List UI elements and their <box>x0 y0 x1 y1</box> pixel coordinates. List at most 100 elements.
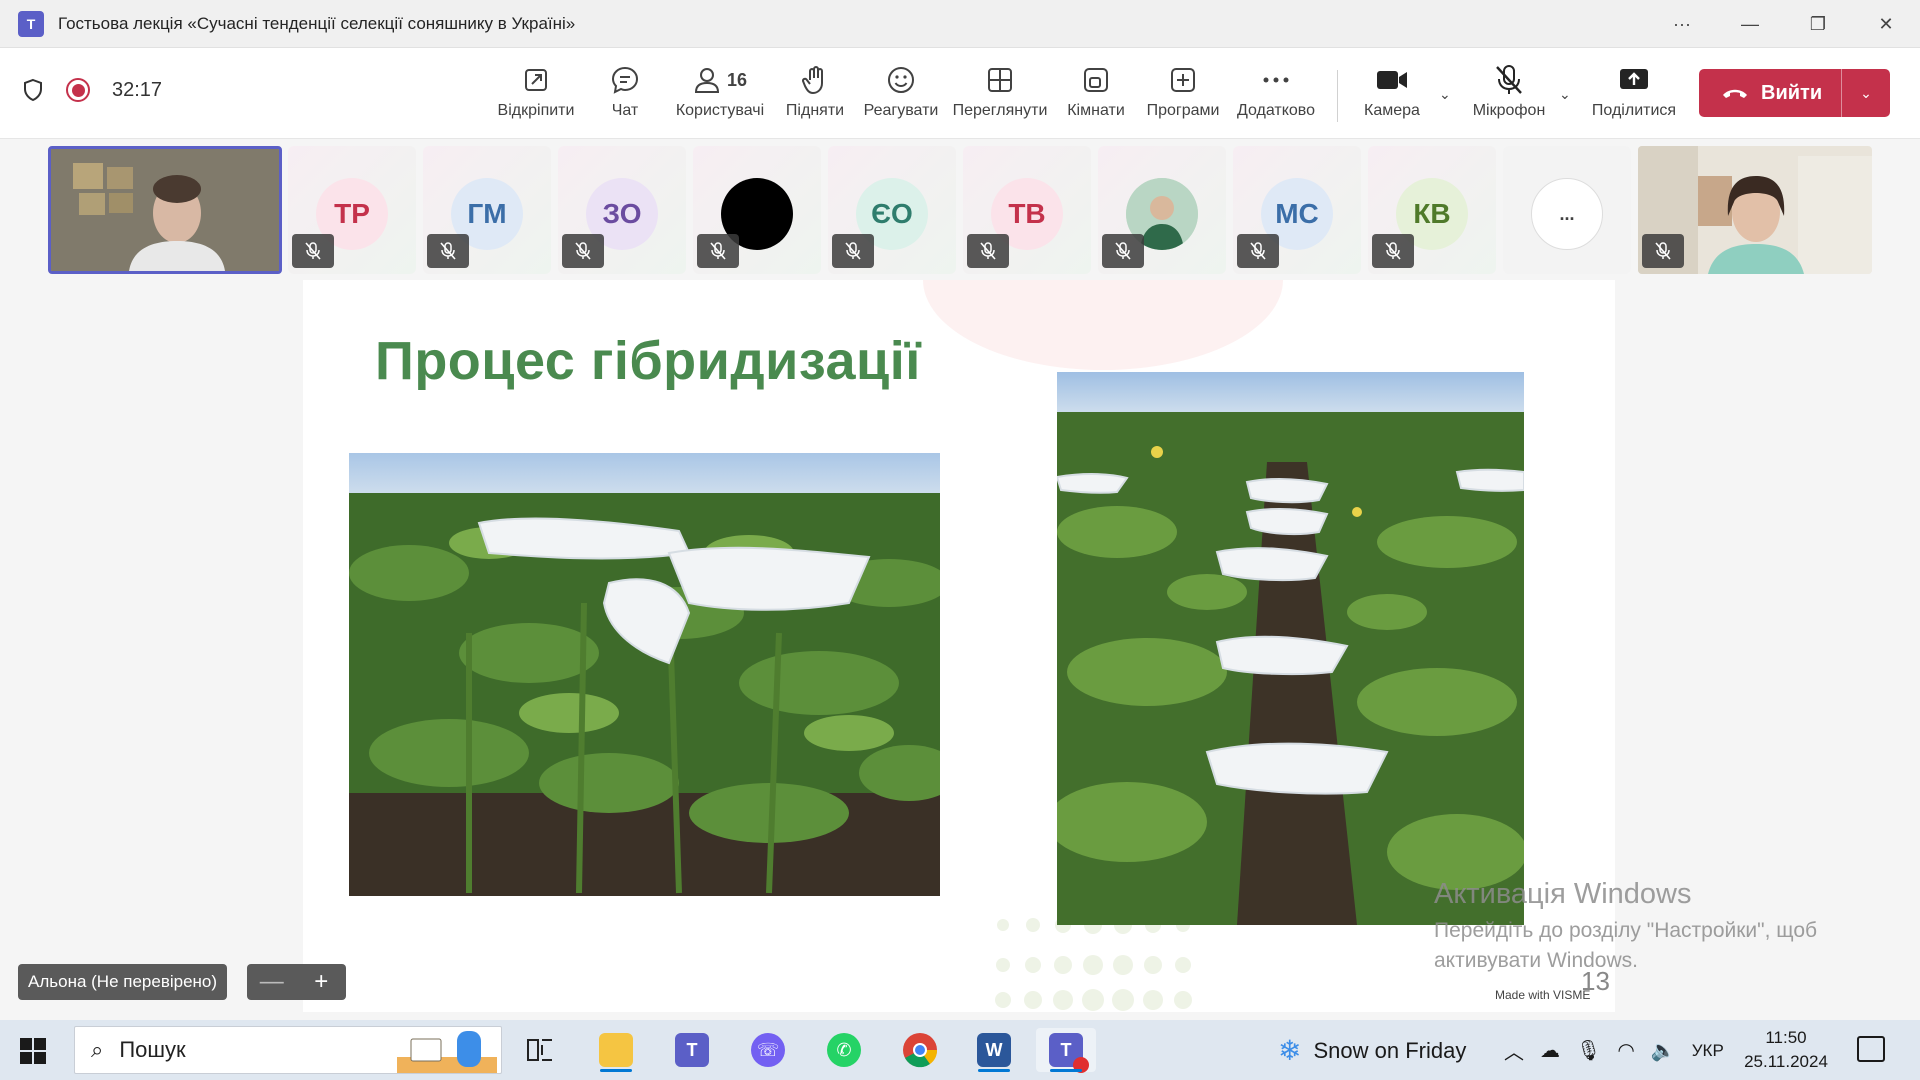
participant-tile[interactable]: ТР <box>288 146 416 274</box>
leave-meeting-button[interactable]: Вийти ⌄ <box>1699 69 1890 117</box>
participant-tile[interactable] <box>1098 146 1226 274</box>
more-options-button[interactable]: ··· <box>1648 0 1716 48</box>
search-highlight-illustration <box>397 1031 497 1073</box>
slide-title: Процес гібридизації <box>375 331 921 391</box>
taskbar-search[interactable]: ⌕ Пошук <box>74 1026 502 1074</box>
camera-options-chevron-icon[interactable]: ⌄ <box>1439 86 1451 103</box>
participant-tile[interactable]: МС <box>1233 146 1361 274</box>
camera-icon <box>1376 62 1408 98</box>
more-participants-avatar: ... <box>1531 178 1603 250</box>
meeting-status: 32:17 <box>22 78 162 102</box>
presenter-video <box>51 149 279 271</box>
muted-mic-icon <box>697 234 739 268</box>
viber-icon: ☏ <box>751 1033 785 1067</box>
recording-icon <box>66 78 90 102</box>
show-hidden-icons-chevron-icon[interactable]: ︿ <box>1504 1036 1524 1065</box>
share-button[interactable]: Поділитися <box>1584 62 1684 120</box>
chat-icon <box>610 62 640 98</box>
restore-button[interactable]: ❐ <box>1784 0 1852 48</box>
weather-widget[interactable]: ❄ Snow on Friday <box>1278 1034 1466 1067</box>
view-button[interactable]: Переглянути <box>950 62 1050 120</box>
chrome-icon <box>903 1033 938 1068</box>
title-bar: T Гостьова лекція «Сучасні тенденції сел… <box>0 0 1920 48</box>
participant-tile[interactable]: КВ <box>1368 146 1496 274</box>
people-button[interactable]: 16 Користувачі <box>670 62 770 120</box>
zoom-out-button[interactable]: — <box>247 964 297 1000</box>
word-icon: W <box>977 1033 1011 1067</box>
apps-button[interactable]: Програми <box>1133 62 1233 120</box>
teams-icon: T <box>675 1033 709 1067</box>
taskbar-teams-meeting[interactable]: T <box>1036 1028 1096 1073</box>
clock-time: 11:50 <box>1765 1028 1807 1047</box>
wifi-icon[interactable]: ◠ <box>1617 1038 1634 1063</box>
volume-icon[interactable]: 🔈 <box>1651 1038 1676 1063</box>
system-tray: ︿ ☁ 🎙 ◠ 🔈 УКР <box>1504 1036 1724 1065</box>
windows-taskbar: ⌕ Пошук T ☏ ✆ W T ❄ Snow on Friday ︿ ☁ 🎙… <box>0 1020 1920 1080</box>
chat-button[interactable]: Чат <box>575 62 675 120</box>
search-icon: ⌕ <box>91 1037 104 1062</box>
shield-icon <box>24 78 42 102</box>
window-title: Гостьова лекція «Сучасні тенденції селек… <box>58 13 576 33</box>
taskbar-viber[interactable]: ☏ <box>738 1028 798 1072</box>
activation-watermark-text: Перейдіть до розділу "Настройки", щоб ак… <box>1434 919 1818 972</box>
presenter-video-tile[interactable] <box>48 146 282 274</box>
unpin-icon <box>522 62 550 98</box>
onedrive-icon[interactable]: ☁ <box>1540 1038 1560 1063</box>
whatsapp-icon: ✆ <box>827 1033 861 1067</box>
microphone-options-chevron-icon[interactable]: ⌄ <box>1559 86 1571 103</box>
presentation-slide: Процес гібридизації 13 Made with VISME <box>303 280 1615 1012</box>
people-count: 16 <box>726 69 748 90</box>
zoom-in-button[interactable]: + <box>297 964 347 1000</box>
participant-tile[interactable]: ТВ <box>963 146 1091 274</box>
rooms-button[interactable]: Кімнати <box>1046 62 1146 120</box>
taskbar-chrome[interactable] <box>890 1028 950 1072</box>
microphone-button[interactable]: Мікрофон <box>1459 62 1559 120</box>
share-icon <box>1619 62 1649 98</box>
teams-logo-icon: T <box>18 10 44 37</box>
taskbar-word[interactable]: W <box>964 1028 1024 1072</box>
muted-mic-icon <box>562 234 604 268</box>
meeting-toolbar: 32:17 Відкріпити Чат 16 Користувачі Підн… <box>0 48 1920 139</box>
muted-mic-icon <box>1102 234 1144 268</box>
more-participants-tile[interactable]: ... <box>1503 146 1631 274</box>
hang-up-icon <box>1723 89 1747 98</box>
task-view-button[interactable] <box>510 1028 570 1072</box>
hybridization-photo-left <box>349 453 940 896</box>
microphone-in-use-icon[interactable]: 🎙 <box>1576 1038 1601 1063</box>
taskbar-teams-chat[interactable]: T <box>662 1028 722 1072</box>
participant-tile[interactable]: ЗО <box>558 146 686 274</box>
taskbar-whatsapp[interactable]: ✆ <box>814 1028 874 1072</box>
weather-text: Snow on Friday <box>1313 1037 1467 1063</box>
toolbar-divider <box>1337 70 1338 122</box>
react-button[interactable]: Реагувати <box>851 62 951 120</box>
participant-tile[interactable] <box>693 146 821 274</box>
taskbar-file-explorer[interactable] <box>586 1028 646 1072</box>
zoom-controls: — + <box>247 964 346 1000</box>
clock-date: 25.11.2024 <box>1744 1052 1828 1071</box>
language-indicator[interactable]: УКР <box>1692 1041 1724 1061</box>
leave-options-chevron-icon[interactable]: ⌄ <box>1842 85 1890 102</box>
notifications-icon[interactable] <box>1857 1036 1885 1062</box>
hybridization-photo-right <box>1057 372 1524 925</box>
raise-hand-button[interactable]: Підняти <box>765 62 865 120</box>
start-button[interactable] <box>20 1038 46 1064</box>
made-with-label: Made with VISME <box>1495 988 1591 1002</box>
teams-meeting-icon: T <box>1049 1033 1089 1073</box>
raise-hand-icon <box>801 62 829 98</box>
minimize-button[interactable]: — <box>1716 0 1784 48</box>
snowflake-icon: ❄ <box>1278 1035 1302 1066</box>
close-button[interactable]: ✕ <box>1852 0 1920 48</box>
taskbar-clock[interactable]: 11:50 25.11.2024 <box>1730 1026 1842 1074</box>
camera-button[interactable]: Камера <box>1342 62 1442 120</box>
participant-tile[interactable]: ГМ <box>423 146 551 274</box>
muted-mic-icon <box>1372 234 1414 268</box>
muted-mic-icon <box>1642 234 1684 268</box>
muted-mic-icon <box>1237 234 1279 268</box>
more-actions-button[interactable]: Додатково <box>1226 62 1326 120</box>
people-icon: 16 <box>693 62 747 98</box>
unpin-button[interactable]: Відкріпити <box>486 62 586 120</box>
participant-video-tile[interactable] <box>1638 146 1872 274</box>
participant-tile[interactable]: ЄО <box>828 146 956 274</box>
search-placeholder: Пошук <box>119 1037 186 1062</box>
participant-strip: ТР ГМ ЗО ЄО ТВ МС КВ ... <box>0 140 1920 280</box>
